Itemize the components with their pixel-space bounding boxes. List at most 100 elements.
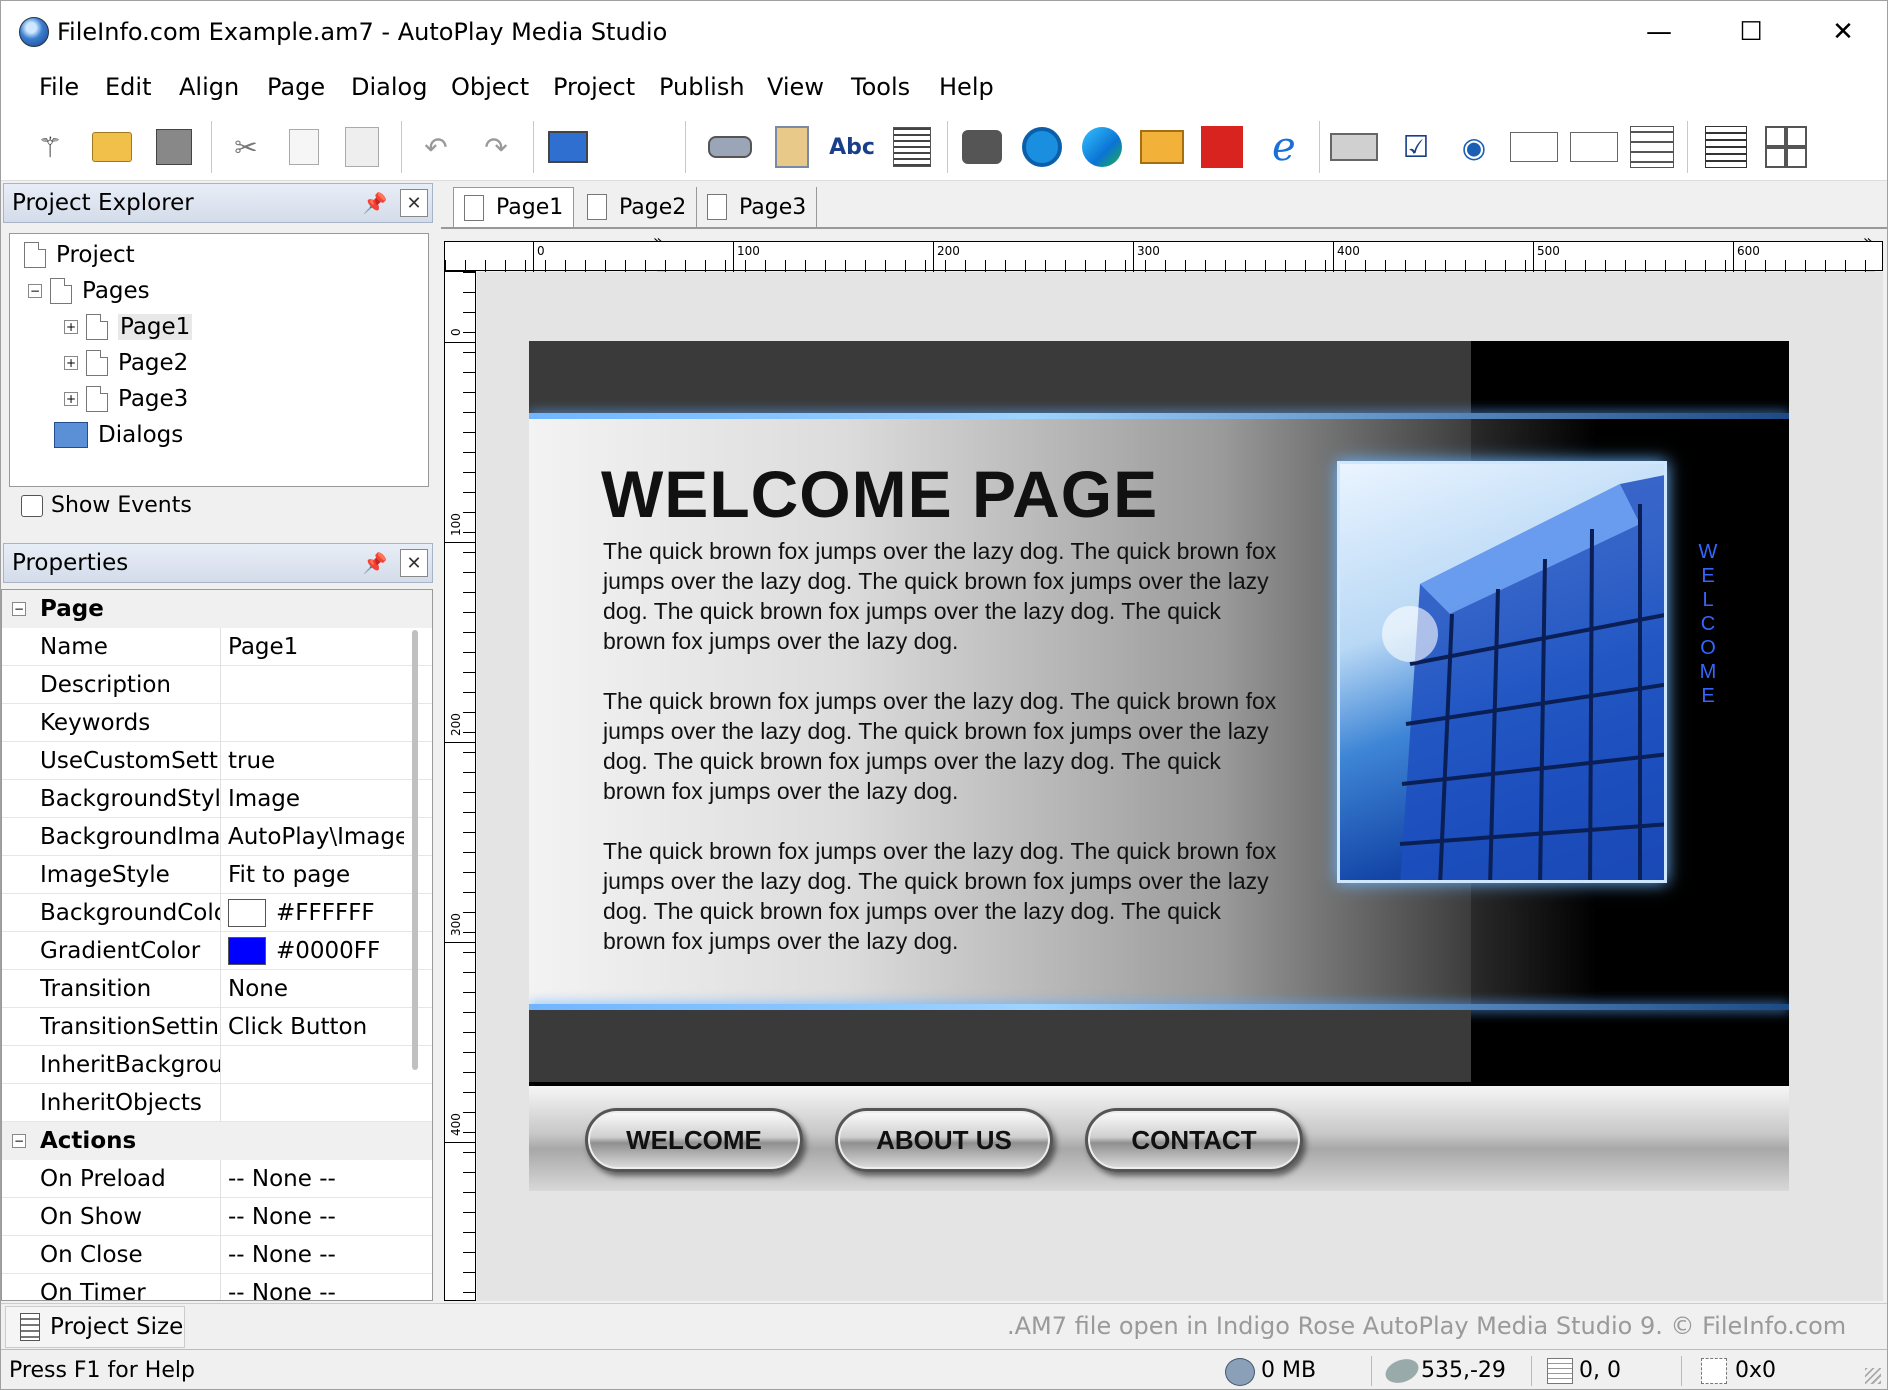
close-button[interactable]: ✕ — [1797, 1, 1887, 63]
textbox-object-icon[interactable] — [1509, 121, 1559, 173]
nav-welcome-button[interactable]: WELCOME — [585, 1108, 803, 1172]
menu-object[interactable]: Object — [443, 73, 537, 101]
body-paragraph[interactable]: The quick brown fox jumps over the lazy … — [603, 536, 1283, 656]
property-row[interactable]: InheritBackground — [2, 1046, 432, 1084]
property-row[interactable]: BackgroundStyle Image — [2, 780, 432, 818]
property-group-actions[interactable]: − Actions — [2, 1122, 432, 1160]
project-size-button[interactable]: Project Size — [5, 1306, 185, 1348]
listbox-object-icon[interactable] — [1627, 121, 1677, 173]
grid-object-icon[interactable] — [1761, 121, 1811, 173]
tree-node-dialogs[interactable]: Dialogs — [54, 420, 183, 450]
expand-icon[interactable]: + — [64, 392, 78, 406]
video-object-icon[interactable] — [957, 121, 1007, 173]
collapse-icon[interactable]: − — [28, 284, 42, 298]
cut-icon[interactable]: ✂ — [221, 121, 271, 173]
checkbox-object-icon[interactable]: ☑ — [1391, 121, 1441, 173]
minimize-button[interactable]: — — [1613, 1, 1705, 63]
property-row[interactable]: Description — [2, 666, 432, 704]
menu-view[interactable]: View — [759, 73, 832, 101]
property-row[interactable]: BackgroundImageAutoPlay\Images — [2, 818, 432, 856]
property-row[interactable]: InheritObjects — [2, 1084, 432, 1122]
label-object-icon[interactable]: Abc — [827, 121, 877, 173]
input-object-icon[interactable] — [1329, 121, 1379, 173]
action-row[interactable]: On Preload -- None -- — [2, 1160, 432, 1198]
slideshow-object-icon[interactable] — [1137, 121, 1187, 173]
menu-edit[interactable]: Edit — [97, 73, 159, 101]
property-row[interactable]: UseCustomSettingstrue — [2, 742, 432, 780]
action-row[interactable]: On Timer -- None -- — [2, 1274, 432, 1300]
body-paragraph[interactable]: The quick brown fox jumps over the lazy … — [603, 686, 1283, 806]
pdf-object-icon[interactable] — [1197, 121, 1247, 173]
property-row[interactable]: TransitionSettingsClick Button — [2, 1008, 432, 1046]
expand-icon[interactable]: + — [64, 356, 78, 370]
save-icon[interactable] — [149, 121, 199, 173]
tree-node-page2[interactable]: + Page2 — [64, 348, 188, 378]
nav-contact-button[interactable]: CONTACT — [1085, 1108, 1303, 1172]
calculator-icon — [20, 1313, 40, 1341]
menu-align[interactable]: Align — [171, 73, 247, 101]
checkbox-icon[interactable] — [21, 494, 43, 517]
wizard-wand-icon[interactable]: ⚚ — [25, 121, 75, 173]
property-row[interactable]: Keywords — [2, 704, 432, 742]
tab-page2[interactable]: Page2 — [577, 187, 698, 227]
expand-icon[interactable]: + — [64, 320, 78, 334]
image-object-icon[interactable] — [767, 121, 817, 173]
tab-page1[interactable]: Page1 — [453, 187, 575, 227]
property-row[interactable]: BackgroundColor #FFFFFF — [2, 894, 432, 932]
collapse-icon[interactable]: − — [12, 602, 26, 616]
toolbar: ⚚ ✂ ↶ ↷ » ▾ Abc ℯ ☑ ◉ » ▾ — [1, 113, 1887, 284]
paste-icon[interactable] — [337, 121, 387, 173]
status-position: 0, 0 — [1579, 1358, 1621, 1383]
tree-node-project[interactable]: Project — [24, 240, 135, 270]
tree-object-icon[interactable] — [1701, 121, 1751, 173]
redo-icon[interactable]: ↷ — [471, 121, 521, 173]
maximize-button[interactable]: ☐ — [1705, 1, 1797, 63]
button-object-icon[interactable] — [705, 121, 755, 173]
collapse-icon[interactable]: − — [12, 1134, 26, 1148]
paragraph-object-icon[interactable] — [887, 121, 937, 173]
combobox-object-icon[interactable] — [1569, 121, 1619, 173]
radio-object-icon[interactable]: ◉ — [1449, 121, 1499, 173]
resize-grip-icon[interactable] — [1865, 1368, 1881, 1384]
preview-monitor-icon[interactable] — [543, 121, 593, 173]
action-row[interactable]: On Show -- None -- — [2, 1198, 432, 1236]
property-row[interactable]: Transition None — [2, 970, 432, 1008]
show-events-checkbox[interactable]: Show Events — [21, 493, 192, 518]
welcome-heading[interactable]: WELCOME PAGE — [601, 456, 1158, 532]
menu-dialog[interactable]: Dialog — [343, 73, 435, 101]
undo-icon[interactable]: ↶ — [411, 121, 461, 173]
page-canvas[interactable]: WELCOME PAGE The quick brown fox jumps o… — [529, 341, 1789, 1191]
property-row[interactable]: GradientColor #0000FF — [2, 932, 432, 970]
menu-project[interactable]: Project — [545, 73, 643, 101]
property-row[interactable]: ImageStyle Fit to page — [2, 856, 432, 894]
menu-tools[interactable]: Tools — [843, 73, 918, 101]
web-object-icon[interactable] — [1077, 121, 1127, 173]
color-swatch[interactable] — [228, 937, 266, 965]
quicktime-object-icon[interactable] — [1017, 121, 1067, 173]
nav-about-button[interactable]: ABOUT US — [835, 1108, 1053, 1172]
close-panel-icon[interactable]: ✕ — [400, 189, 428, 217]
properties-scrollbar[interactable] — [412, 630, 418, 1070]
action-row[interactable]: On Close -- None -- — [2, 1236, 432, 1274]
building-photo[interactable] — [1337, 461, 1667, 883]
pin-icon[interactable]: 📌 — [358, 548, 392, 578]
project-size-bar: Project Size .AM7 file open in Indigo Ro… — [1, 1303, 1887, 1349]
property-row[interactable]: Name Page1 — [2, 628, 432, 666]
menu-page[interactable]: Page — [259, 73, 333, 101]
color-swatch[interactable] — [228, 899, 266, 927]
body-paragraph[interactable]: The quick brown fox jumps over the lazy … — [603, 836, 1283, 956]
tree-node-pages[interactable]: − Pages — [28, 276, 150, 306]
ruler-label: 0 — [449, 328, 463, 336]
close-panel-icon[interactable]: ✕ — [400, 549, 428, 577]
property-group-page[interactable]: − Page — [2, 590, 432, 628]
menu-publish[interactable]: Publish — [651, 73, 753, 101]
ie-object-icon[interactable]: ℯ — [1259, 121, 1309, 173]
tab-page3[interactable]: Page3 — [697, 187, 818, 227]
open-folder-icon[interactable] — [87, 121, 137, 173]
menu-file[interactable]: File — [31, 73, 87, 101]
pin-icon[interactable]: 📌 — [358, 188, 392, 218]
tree-node-page3[interactable]: + Page3 — [64, 384, 188, 414]
menu-help[interactable]: Help — [931, 73, 1002, 101]
copy-icon[interactable] — [279, 121, 329, 173]
tree-node-page1[interactable]: + Page1 — [64, 312, 193, 342]
